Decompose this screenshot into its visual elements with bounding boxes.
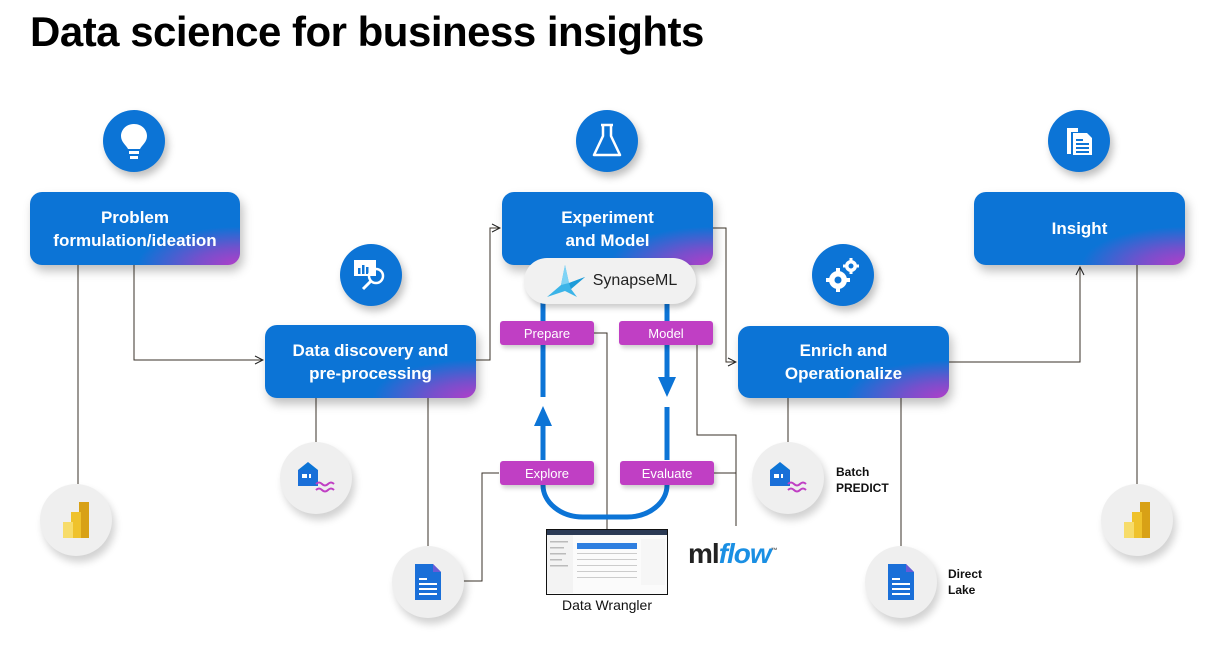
tag-model: Model [619, 321, 713, 345]
connector-model-mlflow [696, 345, 737, 526]
connector-prepare-wrangler [594, 332, 608, 529]
stage-problem-formulation: Problem formulation/ideation [30, 192, 240, 265]
stage-label-line1: Data discovery and [292, 340, 449, 360]
loop-arrow-up [534, 406, 552, 426]
powerbi-icon [40, 484, 112, 556]
data-wrangler-label: Data Wrangler [561, 597, 652, 613]
trademark-mark: ™ [770, 547, 778, 555]
stage-label-line2: and Model [565, 230, 650, 250]
direct-lake-label: Direct Lake [948, 566, 982, 598]
stage-label-line1: Experiment [561, 207, 654, 227]
tag-explore: Explore [500, 461, 594, 485]
mlflow-logo: mlflow™ [688, 538, 778, 570]
connector-problem-discovery [133, 265, 263, 360]
synapseml-label: SynapseML [592, 272, 678, 289]
batch-label-line2: PREDICT [836, 481, 889, 495]
notebook-icon [865, 546, 937, 618]
stage-enrich-operationalize: Enrich and Operationalize [738, 326, 949, 398]
stage-experiment-model: Experiment and Model [502, 192, 713, 265]
lightbulb-icon [103, 110, 165, 172]
lakehouse-icon [752, 442, 824, 514]
lakehouse-icon [280, 442, 352, 514]
gears-icon [812, 244, 874, 306]
chart-search-icon [340, 244, 402, 306]
loop-arrow-down [658, 377, 676, 397]
stage-label-line2: Operationalize [784, 364, 903, 383]
tag-evaluate: Evaluate [620, 461, 714, 485]
directlake-label-line1: Direct [948, 567, 983, 581]
connector-enrich-insight [949, 267, 1080, 363]
stage-label-line1: Problem [100, 207, 169, 227]
notebook-icon [392, 546, 464, 618]
stage-insight: Insight [974, 192, 1185, 265]
stage-data-discovery: Data discovery and pre-processing [265, 325, 476, 398]
flask-icon [576, 110, 638, 172]
stage-label-line1: Insight [1051, 219, 1108, 238]
stage-label-line1: Enrich and [799, 341, 888, 360]
powerbi-icon [1101, 484, 1173, 556]
synapseml-badge: SynapseML [524, 258, 696, 304]
connector-discovery-experiment [476, 228, 500, 361]
loop-arc-bottom [540, 484, 670, 520]
batch-predict-label: Batch PREDICT [836, 464, 889, 496]
batch-label-line1: Batch [836, 465, 870, 479]
connector-notebook-explore [463, 472, 499, 582]
stage-label-line2: pre-processing [309, 363, 432, 383]
tag-prepare: Prepare [500, 321, 594, 345]
documents-icon [1048, 110, 1110, 172]
mlflow-ml: ml [688, 538, 720, 569]
stage-label-line2: formulation/ideation [53, 230, 217, 250]
data-wrangler-preview-icon [547, 535, 665, 593]
data-wrangler-screenshot [546, 529, 668, 595]
mlflow-flow: flow [718, 538, 772, 569]
connector-experiment-enrich [713, 227, 736, 362]
directlake-label-line2: Lake [948, 583, 976, 597]
synapseml-logo-icon [546, 265, 585, 297]
